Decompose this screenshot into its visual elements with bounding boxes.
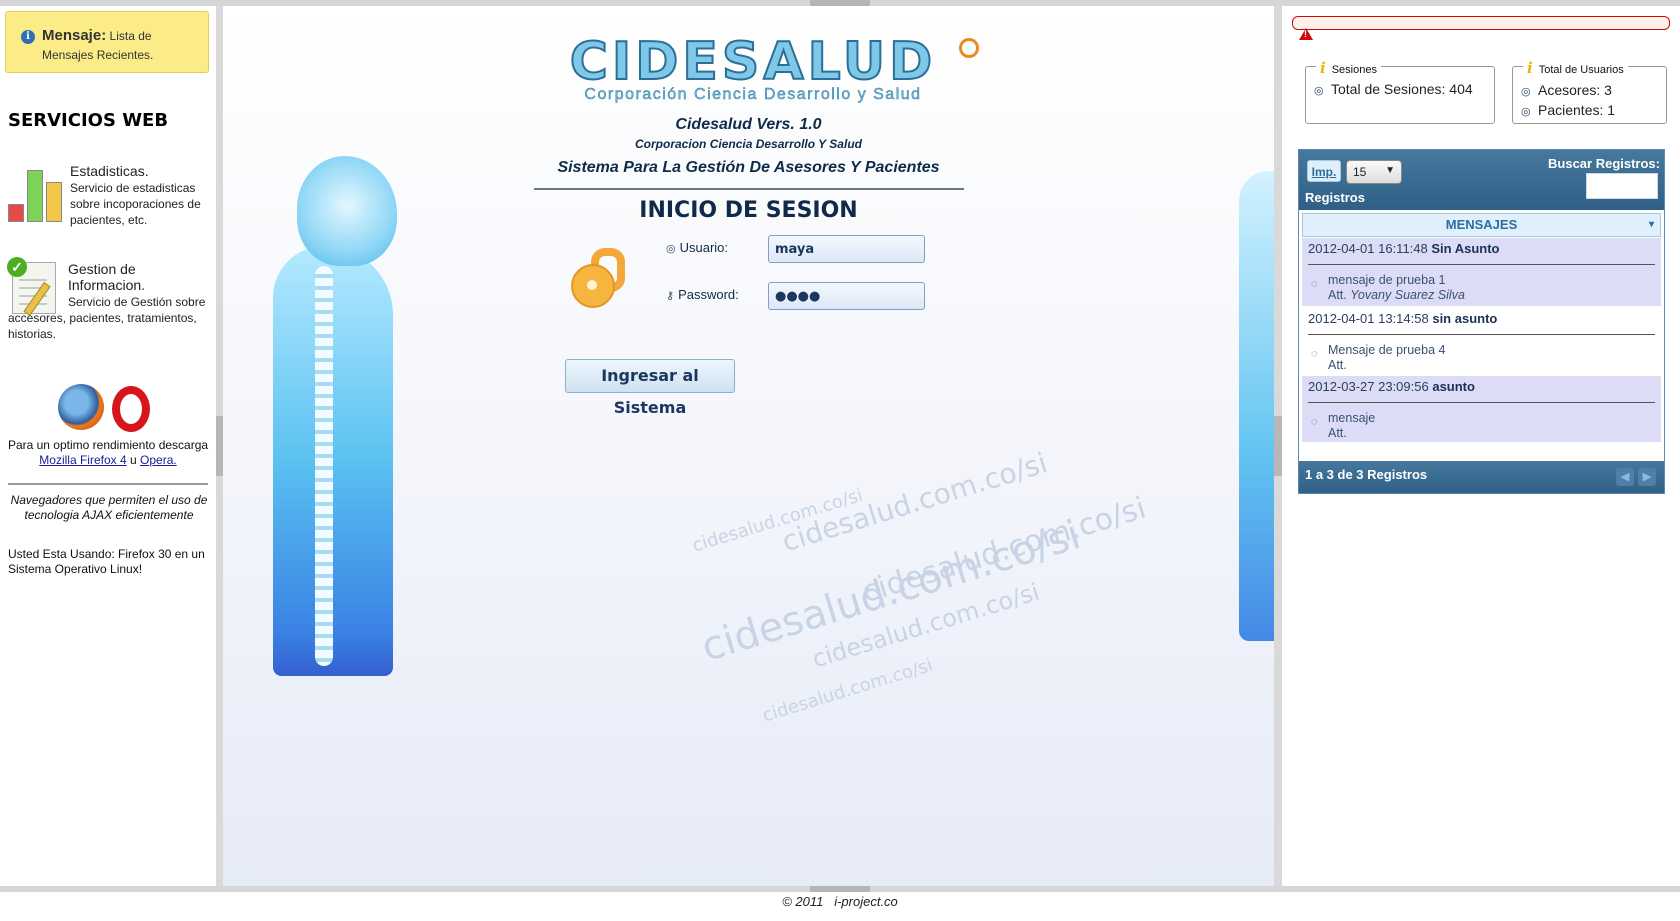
copyright: © 2011 (782, 894, 824, 909)
service-statistics-name[interactable]: Estadisticas. (70, 163, 149, 179)
prev-page-icon[interactable]: ◀ (1616, 468, 1634, 486)
skeleton-image (259, 156, 449, 676)
users-box: i Total de Usuarios ◎ Acesores: 3 ◎ Pacient… (1512, 59, 1667, 124)
sort-icon: ▾ (1648, 219, 1654, 230)
chevron-down-icon: ▼ (1385, 165, 1395, 176)
watermark: cidesalud.com.co/si (759, 654, 936, 727)
search-input[interactable] (1586, 173, 1658, 199)
info-icon: i (1320, 59, 1326, 77)
sessions-legend: i Sesiones (1316, 59, 1381, 77)
speech-bubble-icon: ◌ (1311, 348, 1318, 360)
next-page-icon[interactable]: ▶ (1638, 468, 1656, 486)
site-name: i-project.co (834, 894, 898, 909)
login-button[interactable]: Ingresar al Sistema (565, 359, 735, 417)
messages-grid: Imp. 15 ▼ Buscar Registros: Registros MEN… (1298, 149, 1665, 494)
username-input[interactable]: maya (768, 235, 925, 263)
left-splitter-handle[interactable] (216, 416, 223, 476)
pacientes-count: ◎ Pacientes: 1 (1521, 102, 1616, 118)
info-icon: i (21, 30, 35, 44)
divider (8, 483, 208, 485)
speech-bubble-icon: ◌ (1311, 416, 1318, 428)
lock-icon (569, 244, 633, 308)
grid-toolbar: Imp. 15 ▼ Buscar Registros: Registros (1299, 150, 1664, 210)
opera-icon[interactable] (112, 386, 150, 432)
left-panel: i Mensaje: Lista de Mensajes Recientes. … (0, 6, 216, 886)
firefox-link[interactable]: Mozilla Firefox 4 (39, 453, 126, 467)
service-statistics-desc: Servicio de estadisticas sobre incoporac… (70, 181, 201, 227)
grid-footer: 1 a 3 de 3 Registros ◀ ▶ (1299, 461, 1664, 493)
user-label: ◎ Usuario: (666, 240, 729, 255)
speech-bubble-icon: ◌ (1311, 278, 1318, 290)
bar-chart-icon (8, 166, 66, 222)
user-icon: ◎ (1521, 106, 1531, 118)
message-notice: i Mensaje: Lista de Mensajes Recientes. (5, 11, 209, 73)
user-icon: ◎ (666, 243, 676, 255)
system-title: Sistema Para La Gestión De Asesores Y Pa… (557, 159, 940, 176)
left-splitter[interactable] (216, 6, 223, 886)
message-label: Mensaje: (42, 27, 107, 44)
records-label: Registros (1305, 190, 1365, 205)
asesores-count: ◎ Acesores: 3 (1521, 82, 1612, 98)
cidesalud-logo: CIDESALUD Corporación Ciencia Desarrollo… (503, 32, 1003, 104)
right-splitter-handle[interactable] (1274, 416, 1282, 476)
corporation-name: Corporacion Ciencia Desarrollo Y Salud (635, 137, 862, 151)
logo-title: CIDESALUD (569, 32, 937, 92)
right-panel: ! i Sesiones ◎ Total de Sesiones: 404 i Tot… (1282, 6, 1680, 886)
firefox-icon[interactable] (58, 384, 104, 430)
browser-detected: Usted Esta Usando: Firefox 30 en un Sist… (8, 547, 205, 576)
login-title: INICIO DE SESION (639, 198, 858, 223)
print-button[interactable]: Imp. (1307, 160, 1341, 182)
user-icon: ◎ (1314, 85, 1324, 97)
list-item[interactable]: 2012-03-27 23:09:56 asunto ◌ mensaje Att. (1302, 376, 1661, 442)
sessions-total: ◎ Total de Sesiones: 404 (1314, 81, 1473, 97)
app-version: Cidesalud Vers. 1.0 (675, 116, 822, 133)
right-splitter[interactable] (1274, 6, 1282, 886)
info-icon: i (1527, 59, 1533, 77)
password-input[interactable]: ●●●● (768, 282, 925, 310)
key-icon: ⚷ (666, 290, 675, 302)
list-item[interactable]: 2012-04-01 13:14:58 sin asunto ◌ Mensaje … (1302, 308, 1661, 374)
title-divider (534, 188, 964, 190)
pager-info: 1 a 3 de 3 Registros (1305, 467, 1428, 482)
bottom-splitter-handle[interactable] (810, 886, 870, 892)
sessions-box: i Sesiones ◎ Total de Sesiones: 404 (1305, 59, 1495, 124)
password-label: ⚷ Password: (666, 287, 739, 302)
footer: © 2011 i-project.co (0, 894, 1680, 909)
users-legend: i Total de Usuarios (1523, 59, 1628, 77)
services-title: SERVICIOS WEB (8, 110, 169, 131)
logo-sun-icon (959, 38, 979, 58)
service-information-name[interactable]: Gestion de Informacion. (68, 261, 208, 293)
column-header-mensajes[interactable]: MENSAJES ▾ (1302, 213, 1661, 237)
user-icon: ◎ (1521, 86, 1531, 98)
page-size-select[interactable]: 15 ▼ (1346, 160, 1402, 184)
service-information-desc: Servicio de Gestión sobre accesores, pac… (8, 295, 206, 341)
search-label: Buscar Registros: (1548, 156, 1660, 171)
browser-recommendation: Para un optimo rendimiento descarga Mozi… (7, 438, 209, 467)
browser-logos (54, 382, 164, 434)
opera-link[interactable]: Opera. (140, 453, 177, 467)
login-area: cidesalud.com.co/si cidesalud.com.co/si … (223, 6, 1274, 886)
list-item[interactable]: 2012-04-01 16:11:48 Sin Asunto ◌ mensaje … (1302, 238, 1661, 306)
ajax-note: Navegadores que permiten el uso de tecno… (10, 493, 208, 522)
skeleton-image-right (1239, 171, 1274, 641)
warning-icon: ! (1299, 28, 1313, 40)
alert-bar (1292, 16, 1670, 30)
